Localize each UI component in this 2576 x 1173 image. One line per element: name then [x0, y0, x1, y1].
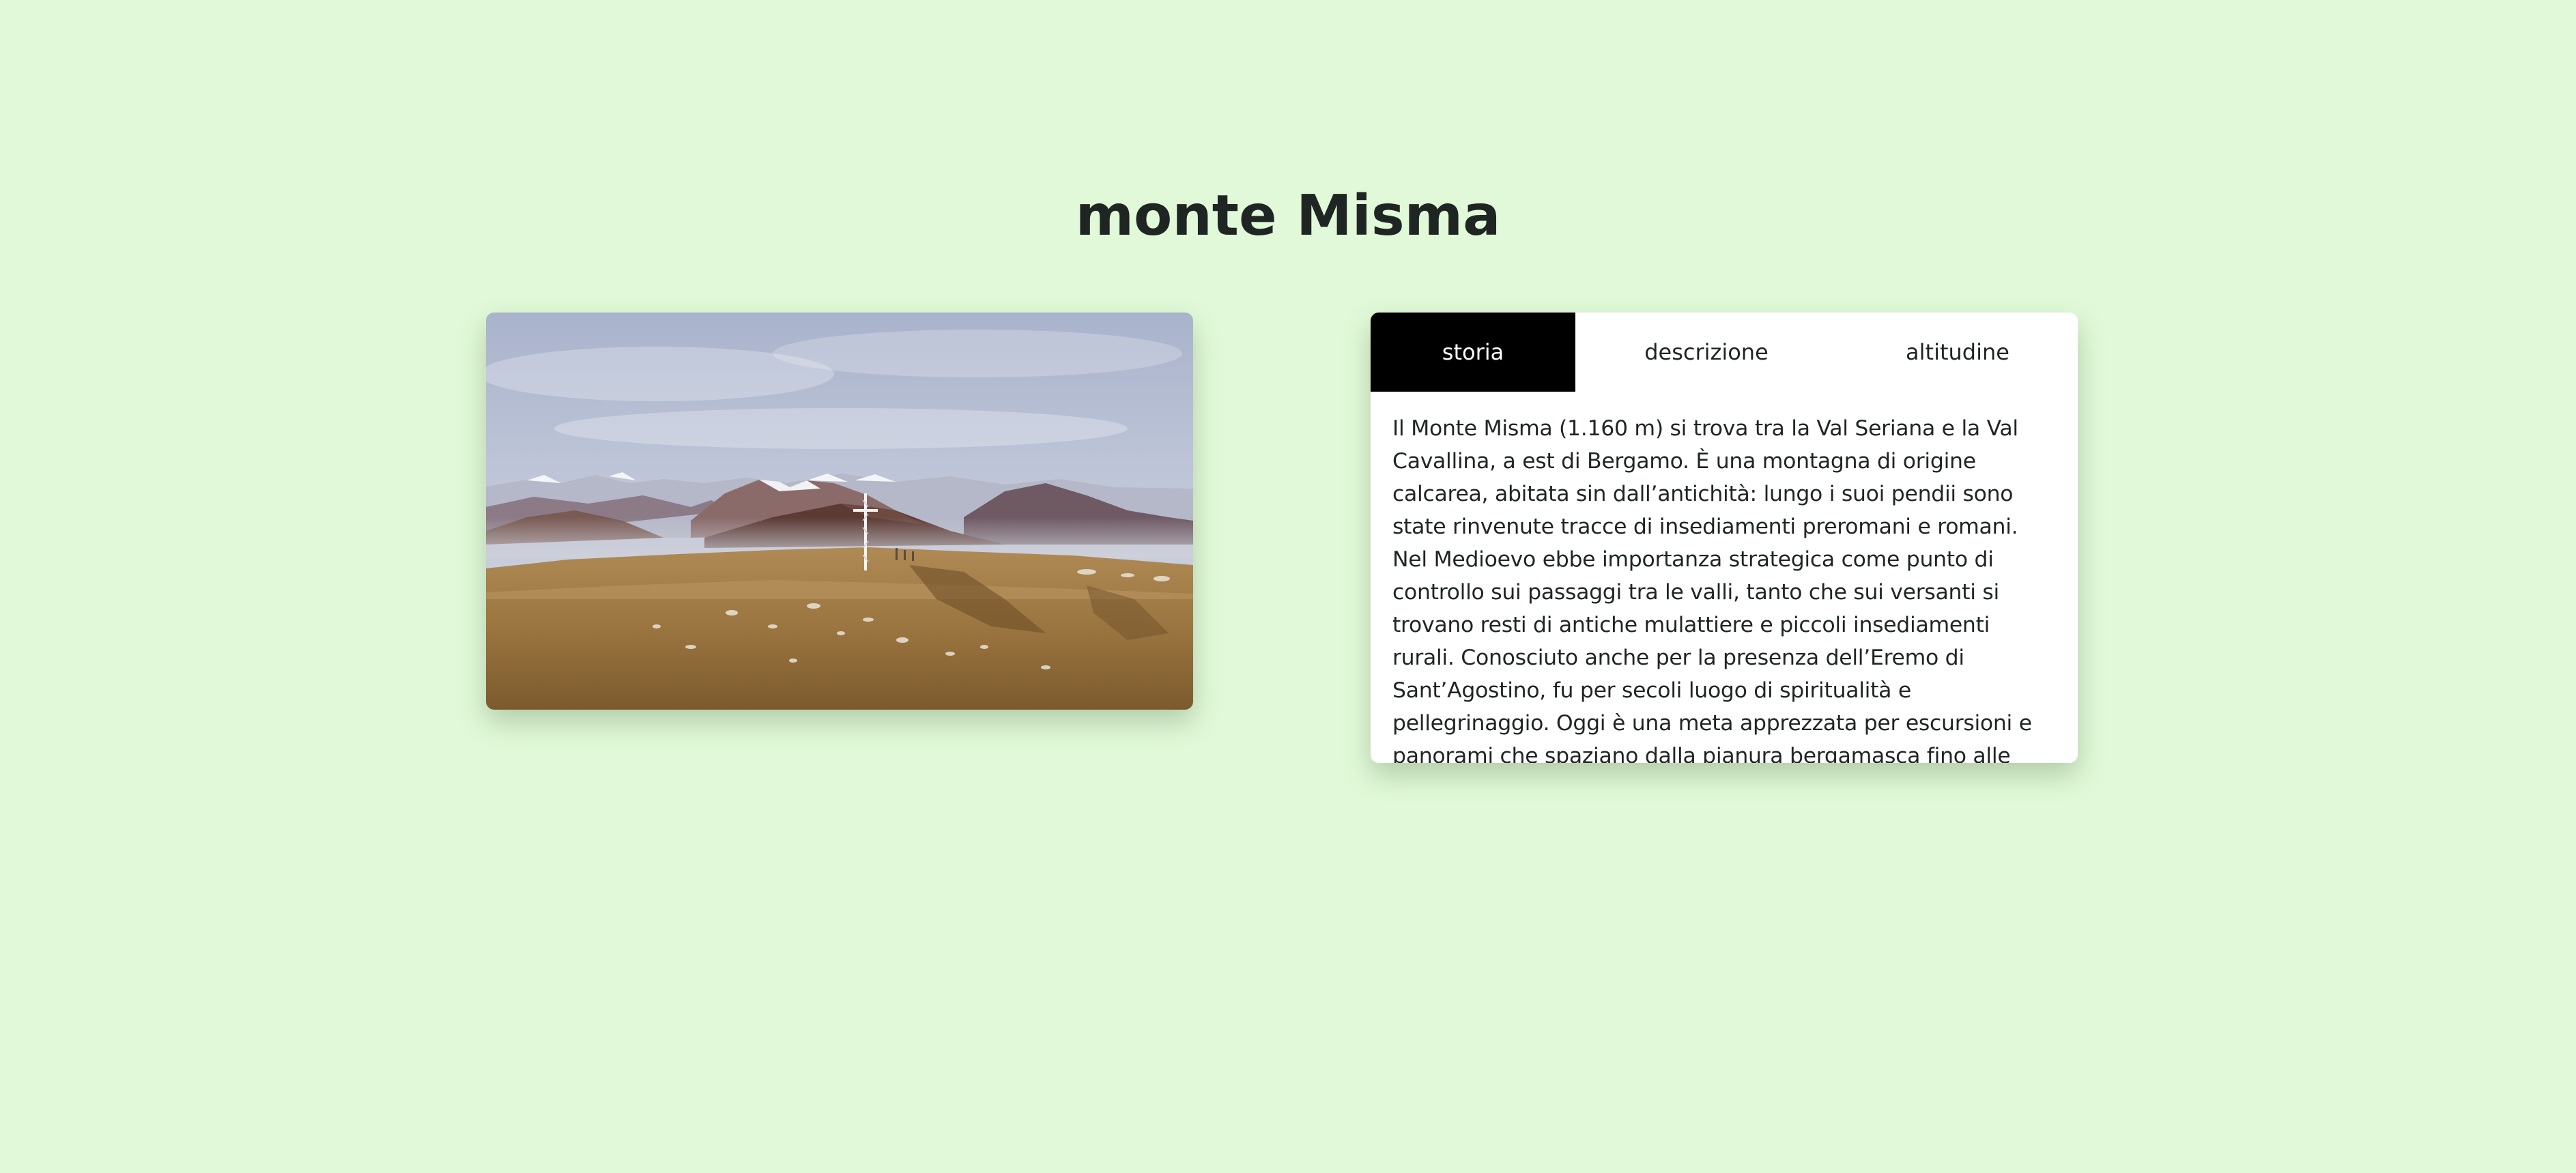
- mountain-photo: [486, 313, 1193, 710]
- info-card: storia descrizione altitudine Il Monte M…: [1371, 313, 2078, 763]
- tab-bar: storia descrizione altitudine: [1371, 313, 2078, 392]
- tab-panel-text: Il Monte Misma (1.160 m) si trova tra la…: [1392, 416, 2032, 763]
- tab-altitudine[interactable]: altitudine: [1837, 313, 2078, 392]
- tab-storia[interactable]: storia: [1371, 313, 1575, 392]
- page-title: monte Misma: [1075, 184, 1501, 248]
- tab-descrizione[interactable]: descrizione: [1575, 313, 1837, 392]
- mountain-photo-image: [486, 313, 1193, 710]
